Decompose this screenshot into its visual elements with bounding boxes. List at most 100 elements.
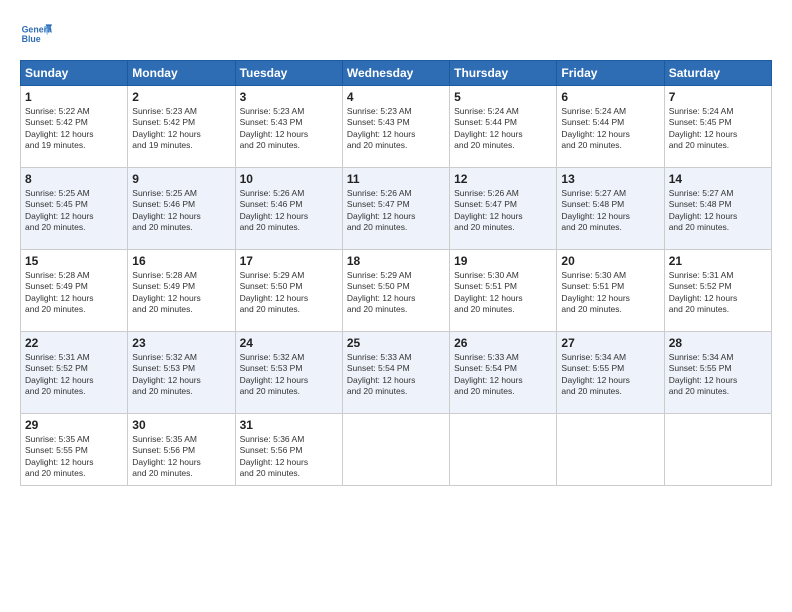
- calendar-week-row: 1 Sunrise: 5:22 AM Sunset: 5:42 PM Daylig…: [21, 86, 772, 168]
- calendar-week-row: 29Sunrise: 5:35 AM Sunset: 5:55 PM Dayli…: [21, 414, 772, 486]
- calendar-day-cell: 15Sunrise: 5:28 AM Sunset: 5:49 PM Dayli…: [21, 250, 128, 332]
- day-info: Sunrise: 5:27 AM Sunset: 5:48 PM Dayligh…: [561, 188, 659, 234]
- day-info: Sunrise: 5:30 AM Sunset: 5:51 PM Dayligh…: [454, 270, 552, 316]
- calendar-week-row: 8 Sunrise: 5:25 AM Sunset: 5:45 PM Daylig…: [21, 168, 772, 250]
- calendar-day-cell: 20 Sunrise: 5:30 AM Sunset: 5:51 PM Dayli…: [557, 250, 664, 332]
- day-number: 18: [347, 254, 445, 268]
- day-number: 1: [25, 90, 123, 104]
- day-info: Sunrise: 5:35 AM Sunset: 5:56 PM Dayligh…: [132, 434, 230, 480]
- day-number: 5: [454, 90, 552, 104]
- calendar-day-cell: 4 Sunrise: 5:23 AM Sunset: 5:43 PM Daylig…: [342, 86, 449, 168]
- calendar-day-cell: 18 Sunrise: 5:29 AM Sunset: 5:50 PM Dayli…: [342, 250, 449, 332]
- calendar-day-cell: 29Sunrise: 5:35 AM Sunset: 5:55 PM Dayli…: [21, 414, 128, 486]
- calendar-day-cell: 7 Sunrise: 5:24 AM Sunset: 5:45 PM Daylig…: [664, 86, 771, 168]
- day-number: 9: [132, 172, 230, 186]
- calendar-day-cell: 27Sunrise: 5:34 AM Sunset: 5:55 PM Dayli…: [557, 332, 664, 414]
- svg-text:Blue: Blue: [22, 34, 41, 44]
- day-info: Sunrise: 5:25 AM Sunset: 5:46 PM Dayligh…: [132, 188, 230, 234]
- day-info: Sunrise: 5:26 AM Sunset: 5:46 PM Dayligh…: [240, 188, 338, 234]
- day-number: 17: [240, 254, 338, 268]
- day-number: 14: [669, 172, 767, 186]
- empty-cell: [557, 414, 664, 486]
- day-info: Sunrise: 5:29 AM Sunset: 5:50 PM Dayligh…: [347, 270, 445, 316]
- calendar-day-cell: 16Sunrise: 5:28 AM Sunset: 5:49 PM Dayli…: [128, 250, 235, 332]
- logo-icon: General Blue: [20, 18, 52, 50]
- day-info: Sunrise: 5:24 AM Sunset: 5:45 PM Dayligh…: [669, 106, 767, 152]
- calendar-day-cell: 19 Sunrise: 5:30 AM Sunset: 5:51 PM Dayli…: [450, 250, 557, 332]
- calendar-week-row: 15 Sunrise: 5:28 AM Sunset: 5:49 PM Dayli…: [21, 250, 772, 332]
- day-number: 8: [25, 172, 123, 186]
- day-info: Sunrise: 5:26 AM Sunset: 5:47 PM Dayligh…: [347, 188, 445, 234]
- empty-cell: [450, 414, 557, 486]
- day-info: Sunrise: 5:28 AM Sunset: 5:49 PM Dayligh…: [132, 270, 230, 316]
- calendar-day-cell: 23 Sunrise: 5:32 AM Sunset: 5:53 PM Dayli…: [128, 332, 235, 414]
- calendar-day-cell: 6Sunrise: 5:24 AM Sunset: 5:44 PM Daylig…: [557, 86, 664, 168]
- weekday-header-row: SundayMondayTuesdayWednesdayThursdayFrid…: [21, 61, 772, 86]
- calendar-day-cell: 12Sunrise: 5:26 AM Sunset: 5:47 PM Dayli…: [450, 168, 557, 250]
- day-info: Sunrise: 5:31 AM Sunset: 5:52 PM Dayligh…: [25, 352, 123, 398]
- logo: General Blue: [20, 18, 52, 50]
- day-info: Sunrise: 5:32 AM Sunset: 5:53 PM Dayligh…: [132, 352, 230, 398]
- day-info: Sunrise: 5:34 AM Sunset: 5:55 PM Dayligh…: [561, 352, 659, 398]
- calendar-day-cell: 13 Sunrise: 5:27 AM Sunset: 5:48 PM Dayli…: [557, 168, 664, 250]
- day-number: 11: [347, 172, 445, 186]
- page: General Blue SundayMondayTuesdayWednesda…: [0, 0, 792, 612]
- calendar-day-cell: 28Sunrise: 5:34 AM Sunset: 5:55 PM Dayli…: [664, 332, 771, 414]
- calendar-day-cell: 24Sunrise: 5:32 AM Sunset: 5:53 PM Dayli…: [235, 332, 342, 414]
- day-info: Sunrise: 5:34 AM Sunset: 5:55 PM Dayligh…: [669, 352, 767, 398]
- day-info: Sunrise: 5:36 AM Sunset: 5:56 PM Dayligh…: [240, 434, 338, 480]
- weekday-header-tuesday: Tuesday: [235, 61, 342, 86]
- day-number: 15: [25, 254, 123, 268]
- calendar-day-cell: 5 Sunrise: 5:24 AM Sunset: 5:44 PM Daylig…: [450, 86, 557, 168]
- calendar-day-cell: 17 Sunrise: 5:29 AM Sunset: 5:50 PM Dayli…: [235, 250, 342, 332]
- day-info: Sunrise: 5:22 AM Sunset: 5:42 PM Dayligh…: [25, 106, 123, 152]
- day-number: 10: [240, 172, 338, 186]
- calendar-day-cell: 11 Sunrise: 5:26 AM Sunset: 5:47 PM Dayli…: [342, 168, 449, 250]
- day-info: Sunrise: 5:23 AM Sunset: 5:42 PM Dayligh…: [132, 106, 230, 152]
- weekday-header-saturday: Saturday: [664, 61, 771, 86]
- day-info: Sunrise: 5:24 AM Sunset: 5:44 PM Dayligh…: [561, 106, 659, 152]
- day-info: Sunrise: 5:24 AM Sunset: 5:44 PM Dayligh…: [454, 106, 552, 152]
- day-info: Sunrise: 5:29 AM Sunset: 5:50 PM Dayligh…: [240, 270, 338, 316]
- weekday-header-friday: Friday: [557, 61, 664, 86]
- weekday-header-sunday: Sunday: [21, 61, 128, 86]
- calendar-day-cell: 22Sunrise: 5:31 AM Sunset: 5:52 PM Dayli…: [21, 332, 128, 414]
- day-number: 7: [669, 90, 767, 104]
- empty-cell: [342, 414, 449, 486]
- calendar: SundayMondayTuesdayWednesdayThursdayFrid…: [20, 60, 772, 486]
- calendar-day-cell: 2 Sunrise: 5:23 AM Sunset: 5:42 PM Daylig…: [128, 86, 235, 168]
- calendar-day-cell: 25Sunrise: 5:33 AM Sunset: 5:54 PM Dayli…: [342, 332, 449, 414]
- calendar-day-cell: 14Sunrise: 5:27 AM Sunset: 5:48 PM Dayli…: [664, 168, 771, 250]
- day-number: 31: [240, 418, 338, 432]
- calendar-day-cell: 9 Sunrise: 5:25 AM Sunset: 5:46 PM Daylig…: [128, 168, 235, 250]
- day-number: 30: [132, 418, 230, 432]
- calendar-day-cell: 3 Sunrise: 5:23 AM Sunset: 5:43 PM Daylig…: [235, 86, 342, 168]
- day-info: Sunrise: 5:23 AM Sunset: 5:43 PM Dayligh…: [347, 106, 445, 152]
- calendar-day-cell: 21Sunrise: 5:31 AM Sunset: 5:52 PM Dayli…: [664, 250, 771, 332]
- header: General Blue: [20, 18, 772, 50]
- day-number: 26: [454, 336, 552, 350]
- day-number: 13: [561, 172, 659, 186]
- day-info: Sunrise: 5:35 AM Sunset: 5:55 PM Dayligh…: [25, 434, 123, 480]
- day-info: Sunrise: 5:25 AM Sunset: 5:45 PM Dayligh…: [25, 188, 123, 234]
- day-number: 3: [240, 90, 338, 104]
- weekday-header-wednesday: Wednesday: [342, 61, 449, 86]
- day-number: 19: [454, 254, 552, 268]
- weekday-header-monday: Monday: [128, 61, 235, 86]
- day-number: 20: [561, 254, 659, 268]
- calendar-week-row: 22Sunrise: 5:31 AM Sunset: 5:52 PM Dayli…: [21, 332, 772, 414]
- calendar-day-cell: 31 Sunrise: 5:36 AM Sunset: 5:56 PM Dayli…: [235, 414, 342, 486]
- day-number: 2: [132, 90, 230, 104]
- day-number: 4: [347, 90, 445, 104]
- day-number: 25: [347, 336, 445, 350]
- day-number: 12: [454, 172, 552, 186]
- calendar-day-cell: 26 Sunrise: 5:33 AM Sunset: 5:54 PM Dayli…: [450, 332, 557, 414]
- day-info: Sunrise: 5:31 AM Sunset: 5:52 PM Dayligh…: [669, 270, 767, 316]
- day-number: 23: [132, 336, 230, 350]
- day-info: Sunrise: 5:33 AM Sunset: 5:54 PM Dayligh…: [454, 352, 552, 398]
- calendar-day-cell: 30 Sunrise: 5:35 AM Sunset: 5:56 PM Dayli…: [128, 414, 235, 486]
- empty-cell: [664, 414, 771, 486]
- day-info: Sunrise: 5:23 AM Sunset: 5:43 PM Dayligh…: [240, 106, 338, 152]
- day-info: Sunrise: 5:30 AM Sunset: 5:51 PM Dayligh…: [561, 270, 659, 316]
- calendar-day-cell: 8 Sunrise: 5:25 AM Sunset: 5:45 PM Daylig…: [21, 168, 128, 250]
